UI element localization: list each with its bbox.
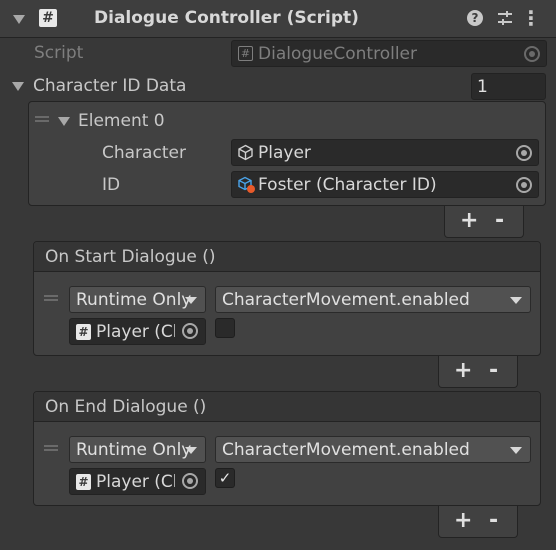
id-value: Foster (Character ID)	[258, 175, 437, 195]
character-label: Character	[102, 143, 186, 163]
add-element-button[interactable]: +	[460, 208, 478, 233]
drag-handle-icon[interactable]	[35, 116, 49, 122]
gameobject-icon	[238, 144, 253, 161]
character-picker-icon[interactable]	[516, 145, 532, 161]
element-label: Element 0	[78, 111, 165, 131]
enabled-checkbox[interactable]	[215, 318, 235, 338]
enabled-checkbox[interactable]: ✓	[215, 468, 235, 488]
target-object-field[interactable]: # Player (Character)	[69, 468, 206, 495]
scriptable-object-icon	[238, 176, 255, 193]
target-object-value: Player (Character)	[96, 472, 180, 492]
character-id-data-size-field[interactable]: 1	[471, 73, 546, 100]
on-start-footer: + -	[438, 356, 518, 388]
runtime-mode-dropdown[interactable]: Runtime Only	[69, 436, 206, 463]
chevron-down-icon	[185, 447, 197, 454]
target-object-field[interactable]: # Player (Character)	[69, 318, 206, 345]
drag-handle-icon[interactable]	[44, 295, 58, 301]
id-label: ID	[102, 175, 121, 195]
on-start-dialogue-event: On Start Dialogue () Runtime Only Charac…	[33, 241, 541, 356]
on-end-dialogue-header: On End Dialogue ()	[34, 392, 540, 422]
runtime-mode-dropdown[interactable]: Runtime Only	[69, 286, 206, 313]
target-picker-icon[interactable]	[182, 473, 198, 489]
runtime-mode-value: Runtime Only	[76, 440, 192, 460]
remove-listener-button[interactable]: -	[489, 358, 498, 383]
function-value: CharacterMovement.enabled	[222, 440, 470, 460]
add-listener-button[interactable]: +	[454, 508, 472, 533]
character-id-data-label: Character ID Data	[33, 76, 187, 96]
on-end-dialogue-event: On End Dialogue () Runtime Only Characte…	[33, 391, 541, 506]
id-picker-icon[interactable]	[516, 177, 532, 193]
on-end-footer: + -	[438, 506, 518, 538]
function-dropdown[interactable]: CharacterMovement.enabled	[215, 286, 531, 313]
remove-listener-button[interactable]: -	[489, 508, 498, 533]
presets-icon[interactable]	[497, 10, 513, 26]
drag-handle-icon[interactable]	[44, 445, 58, 451]
script-label: Script	[34, 43, 84, 63]
script-field: # DialogueController	[231, 40, 547, 67]
foldout-arrow-icon[interactable]	[13, 15, 25, 24]
target-picker-icon[interactable]	[182, 323, 198, 339]
remove-element-button[interactable]: -	[495, 208, 504, 233]
help-icon[interactable]: ?	[467, 10, 483, 26]
chevron-down-icon	[510, 447, 522, 454]
object-picker-icon	[524, 46, 540, 62]
character-value: Player	[258, 143, 311, 163]
function-value: CharacterMovement.enabled	[222, 290, 470, 310]
id-field[interactable]: Foster (Character ID)	[231, 171, 539, 198]
script-value: DialogueController	[258, 44, 418, 64]
component-title: Dialogue Controller (Script)	[94, 8, 359, 28]
array-size-value: 1	[477, 77, 488, 97]
add-listener-button[interactable]: +	[454, 358, 472, 383]
function-dropdown[interactable]: CharacterMovement.enabled	[215, 436, 531, 463]
runtime-mode-value: Runtime Only	[76, 290, 192, 310]
script-icon: #	[76, 324, 91, 340]
context-menu-icon[interactable]: ⋮	[521, 6, 541, 30]
on-end-dialogue-title: On End Dialogue ()	[45, 397, 207, 417]
script-icon: #	[39, 9, 57, 27]
chevron-down-icon	[510, 297, 522, 304]
chevron-down-icon	[185, 297, 197, 304]
element-foldout-icon[interactable]	[58, 117, 70, 126]
script-icon: #	[76, 474, 91, 490]
on-start-dialogue-header: On Start Dialogue ()	[34, 242, 540, 272]
character-id-data-foldout-icon[interactable]	[12, 82, 24, 91]
script-file-icon: #	[238, 46, 253, 61]
character-id-list-footer: + -	[444, 206, 524, 238]
character-field[interactable]: Player	[231, 139, 539, 166]
target-object-value: Player (Character)	[96, 322, 180, 342]
character-id-list: Element 0 Character Player ID Foster (Ch…	[28, 101, 546, 206]
component-header[interactable]: # Dialogue Controller (Script) ? ⋮	[0, 0, 556, 38]
on-start-dialogue-title: On Start Dialogue ()	[45, 247, 216, 267]
